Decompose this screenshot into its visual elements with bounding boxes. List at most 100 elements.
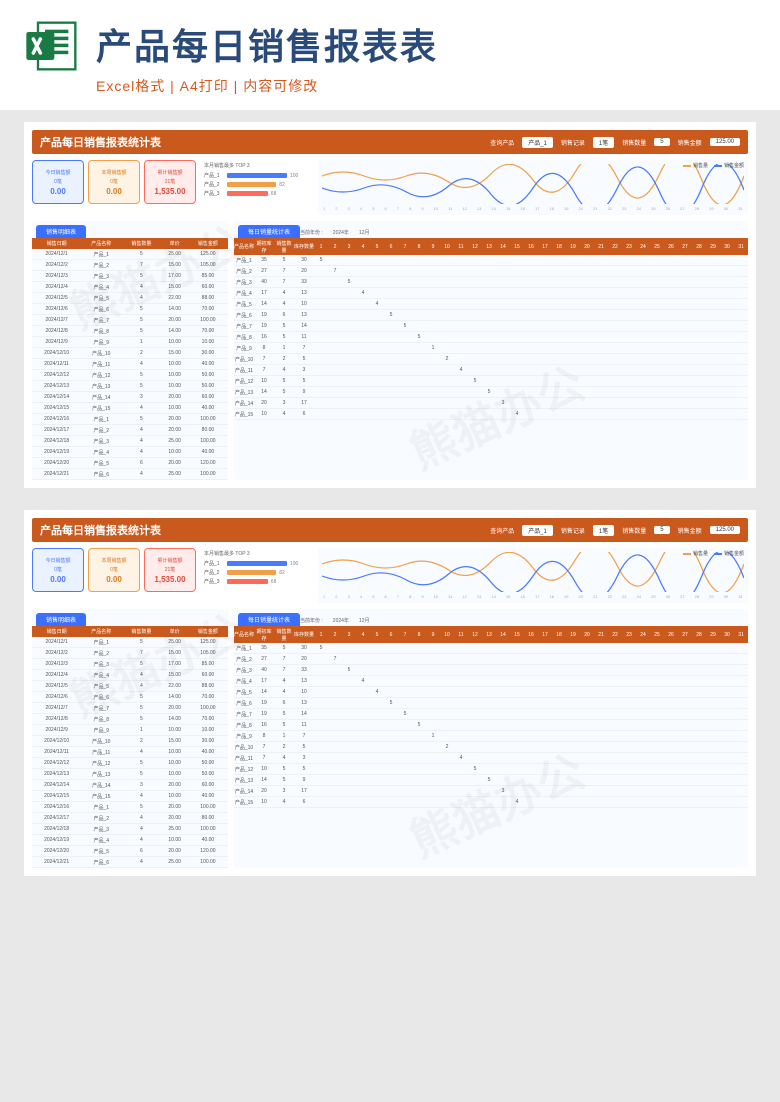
table-row[interactable]: 产品_1314595: [234, 775, 748, 786]
table-row[interactable]: 2024/12/2产品_2715.00105.00: [32, 648, 228, 659]
table-row[interactable]: 2024/12/5产品_5422.0088.00: [32, 681, 228, 692]
table-row[interactable]: 2024/12/7产品_7520.00100.00: [32, 703, 228, 714]
table-row[interactable]: 产品_107252: [234, 742, 748, 753]
table-row[interactable]: 产品_6196135: [234, 310, 748, 321]
table-row[interactable]: 产品_7195145: [234, 321, 748, 332]
daily-tab[interactable]: 每日销量统计表: [238, 613, 300, 626]
kpi-week: 本周销售额0笔0.00: [88, 160, 140, 204]
table-row[interactable]: 2024/12/8产品_8514.0070.00: [32, 714, 228, 725]
table-row[interactable]: 2024/12/19产品_4410.0040.00: [32, 835, 228, 846]
daily-table: 产品名称期初库存销售数量库存数量123456789101112131415161…: [234, 238, 748, 420]
table-row[interactable]: 产品_107252: [234, 354, 748, 365]
top3-bar-chart: 本月销售最多 TOP 3 产品_1100产品_282产品_368: [202, 160, 312, 215]
kpi-group: 今日销售额0笔0.00 本周销售额0笔0.00 累计销售额21笔1,535.00: [32, 160, 196, 215]
query-product[interactable]: 产品_1: [522, 525, 553, 536]
table-row[interactable]: 产品_1210555: [234, 764, 748, 775]
table-row[interactable]: 产品_1510464: [234, 409, 748, 420]
table-row[interactable]: 2024/12/15产品_15410.0040.00: [32, 403, 228, 414]
table-row[interactable]: 产品_3407335: [234, 665, 748, 676]
qty-value: 5: [654, 526, 669, 534]
table-row[interactable]: 2024/12/2产品_2715.00105.00: [32, 260, 228, 271]
kpi-today: 今日销售额0笔0.00: [32, 548, 84, 592]
table-row[interactable]: 2024/12/10产品_10215.0030.00: [32, 736, 228, 747]
table-row[interactable]: 2024/12/3产品_3517.0085.00: [32, 659, 228, 670]
table-row[interactable]: 2024/12/13产品_13510.0050.00: [32, 769, 228, 780]
amount-value: 125.00: [710, 138, 740, 146]
table-row[interactable]: 2024/12/18产品_3425.00100.00: [32, 824, 228, 835]
table-row[interactable]: 产品_98171: [234, 731, 748, 742]
query-product[interactable]: 产品_1: [522, 137, 553, 148]
excel-icon: [24, 18, 80, 74]
kpi-total: 累计销售额21笔1,535.00: [144, 160, 196, 204]
table-row[interactable]: 产品_1510464: [234, 797, 748, 808]
table-row[interactable]: 2024/12/14产品_14320.0060.00: [32, 780, 228, 791]
table-row[interactable]: 产品_2277207: [234, 654, 748, 665]
table-row[interactable]: 2024/12/10产品_10215.0030.00: [32, 348, 228, 359]
daily-table: 产品名称期初库存销售数量库存数量123456789101112131415161…: [234, 626, 748, 808]
table-row[interactable]: 2024/12/21产品_6425.00100.00: [32, 469, 228, 480]
table-row[interactable]: 2024/12/20产品_5620.00120.00: [32, 458, 228, 469]
table-row[interactable]: 2024/12/14产品_14320.0060.00: [32, 392, 228, 403]
table-row[interactable]: 2024/12/21产品_6425.00100.00: [32, 857, 228, 868]
table-row[interactable]: 产品_8165115: [234, 720, 748, 731]
kpi-group: 今日销售额0笔0.00 本周销售额0笔0.00 累计销售额21笔1,535.00: [32, 548, 196, 603]
detail-tab[interactable]: 销售明细表: [36, 225, 86, 238]
sheet-header-bar: 产品每日销售报表统计表 查询产品产品_1 销售记录1笔 销售数量5 销售金额12…: [32, 130, 748, 154]
table-row[interactable]: 产品_8165115: [234, 332, 748, 343]
table-row[interactable]: 2024/12/11产品_11410.0040.00: [32, 747, 228, 758]
record-count: 1笔: [593, 137, 614, 148]
table-row[interactable]: 产品_1314595: [234, 387, 748, 398]
table-row[interactable]: 2024/12/4产品_4415.0060.00: [32, 282, 228, 293]
table-row[interactable]: 产品_14203173: [234, 786, 748, 797]
table-row[interactable]: 2024/12/17产品_2420.0080.00: [32, 813, 228, 824]
table-row[interactable]: 产品_3407335: [234, 277, 748, 288]
table-row[interactable]: 产品_117434: [234, 365, 748, 376]
daily-panel: 每日销量统计表 当前年份 :2024年12月 产品名称期初库存销售数量库存数量1…: [234, 221, 748, 480]
table-row[interactable]: 2024/12/11产品_11410.0040.00: [32, 359, 228, 370]
table-row[interactable]: 2024/12/1产品_1525.00125.00: [32, 249, 228, 260]
table-row[interactable]: 2024/12/4产品_4415.0060.00: [32, 670, 228, 681]
table-row[interactable]: 2024/12/20产品_5620.00120.00: [32, 846, 228, 857]
detail-table: 销售日期产品名称销售数量单价销售金额2024/12/1产品_1525.00125…: [32, 626, 228, 868]
page-title: 产品每日销售报表表: [96, 18, 756, 70]
table-row[interactable]: 2024/12/12产品_12510.0050.00: [32, 370, 228, 381]
table-row[interactable]: 产品_14203173: [234, 398, 748, 409]
table-row[interactable]: 产品_1355305: [234, 643, 748, 654]
table-row[interactable]: 2024/12/6产品_6514.0070.00: [32, 304, 228, 315]
table-row[interactable]: 2024/12/9产品_9110.0010.00: [32, 337, 228, 348]
detail-tab[interactable]: 销售明细表: [36, 613, 86, 626]
table-row[interactable]: 2024/12/18产品_3425.00100.00: [32, 436, 228, 447]
table-row[interactable]: 产品_98171: [234, 343, 748, 354]
table-row[interactable]: 产品_4174134: [234, 676, 748, 687]
table-row[interactable]: 2024/12/16产品_1520.00100.00: [32, 414, 228, 425]
table-row[interactable]: 2024/12/13产品_13510.0050.00: [32, 381, 228, 392]
table-row[interactable]: 2024/12/8产品_8514.0070.00: [32, 326, 228, 337]
detail-table: 销售日期产品名称销售数量单价销售金额2024/12/1产品_1525.00125…: [32, 238, 228, 480]
table-row[interactable]: 产品_1210555: [234, 376, 748, 387]
table-row[interactable]: 产品_117434: [234, 753, 748, 764]
table-row[interactable]: 2024/12/5产品_5422.0088.00: [32, 293, 228, 304]
table-row[interactable]: 产品_4174134: [234, 288, 748, 299]
table-row[interactable]: 产品_5144104: [234, 299, 748, 310]
table-row[interactable]: 2024/12/9产品_9110.0010.00: [32, 725, 228, 736]
table-row[interactable]: 2024/12/6产品_6514.0070.00: [32, 692, 228, 703]
qty-value: 5: [654, 138, 669, 146]
table-row[interactable]: 2024/12/1产品_1525.00125.00: [32, 637, 228, 648]
top3-bar-chart: 本月销售最多 TOP 3 产品_1100产品_282产品_368: [202, 548, 312, 603]
sheet-preview: 熊猫办公 熊猫办公 产品每日销售报表统计表 查询产品产品_1 销售记录1笔 销售…: [24, 122, 756, 488]
table-row[interactable]: 产品_5144104: [234, 687, 748, 698]
table-row[interactable]: 产品_2277207: [234, 266, 748, 277]
table-row[interactable]: 2024/12/19产品_4410.0040.00: [32, 447, 228, 458]
table-row[interactable]: 产品_6196135: [234, 698, 748, 709]
table-row[interactable]: 2024/12/7产品_7520.00100.00: [32, 315, 228, 326]
table-row[interactable]: 产品_1355305: [234, 255, 748, 266]
daily-tab[interactable]: 每日销量统计表: [238, 225, 300, 238]
table-row[interactable]: 2024/12/3产品_3517.0085.00: [32, 271, 228, 282]
table-row[interactable]: 2024/12/17产品_2420.0080.00: [32, 425, 228, 436]
table-row[interactable]: 2024/12/12产品_12510.0050.00: [32, 758, 228, 769]
table-row[interactable]: 产品_7195145: [234, 709, 748, 720]
table-row[interactable]: 2024/12/15产品_15410.0040.00: [32, 791, 228, 802]
table-row[interactable]: 2024/12/16产品_1520.00100.00: [32, 802, 228, 813]
daily-line-chart: 销售量 销售金额 1234567891011121314151617181920…: [318, 160, 748, 215]
detail-panel: 销售明细表 销售日期产品名称销售数量单价销售金额2024/12/1产品_1525…: [32, 221, 228, 480]
